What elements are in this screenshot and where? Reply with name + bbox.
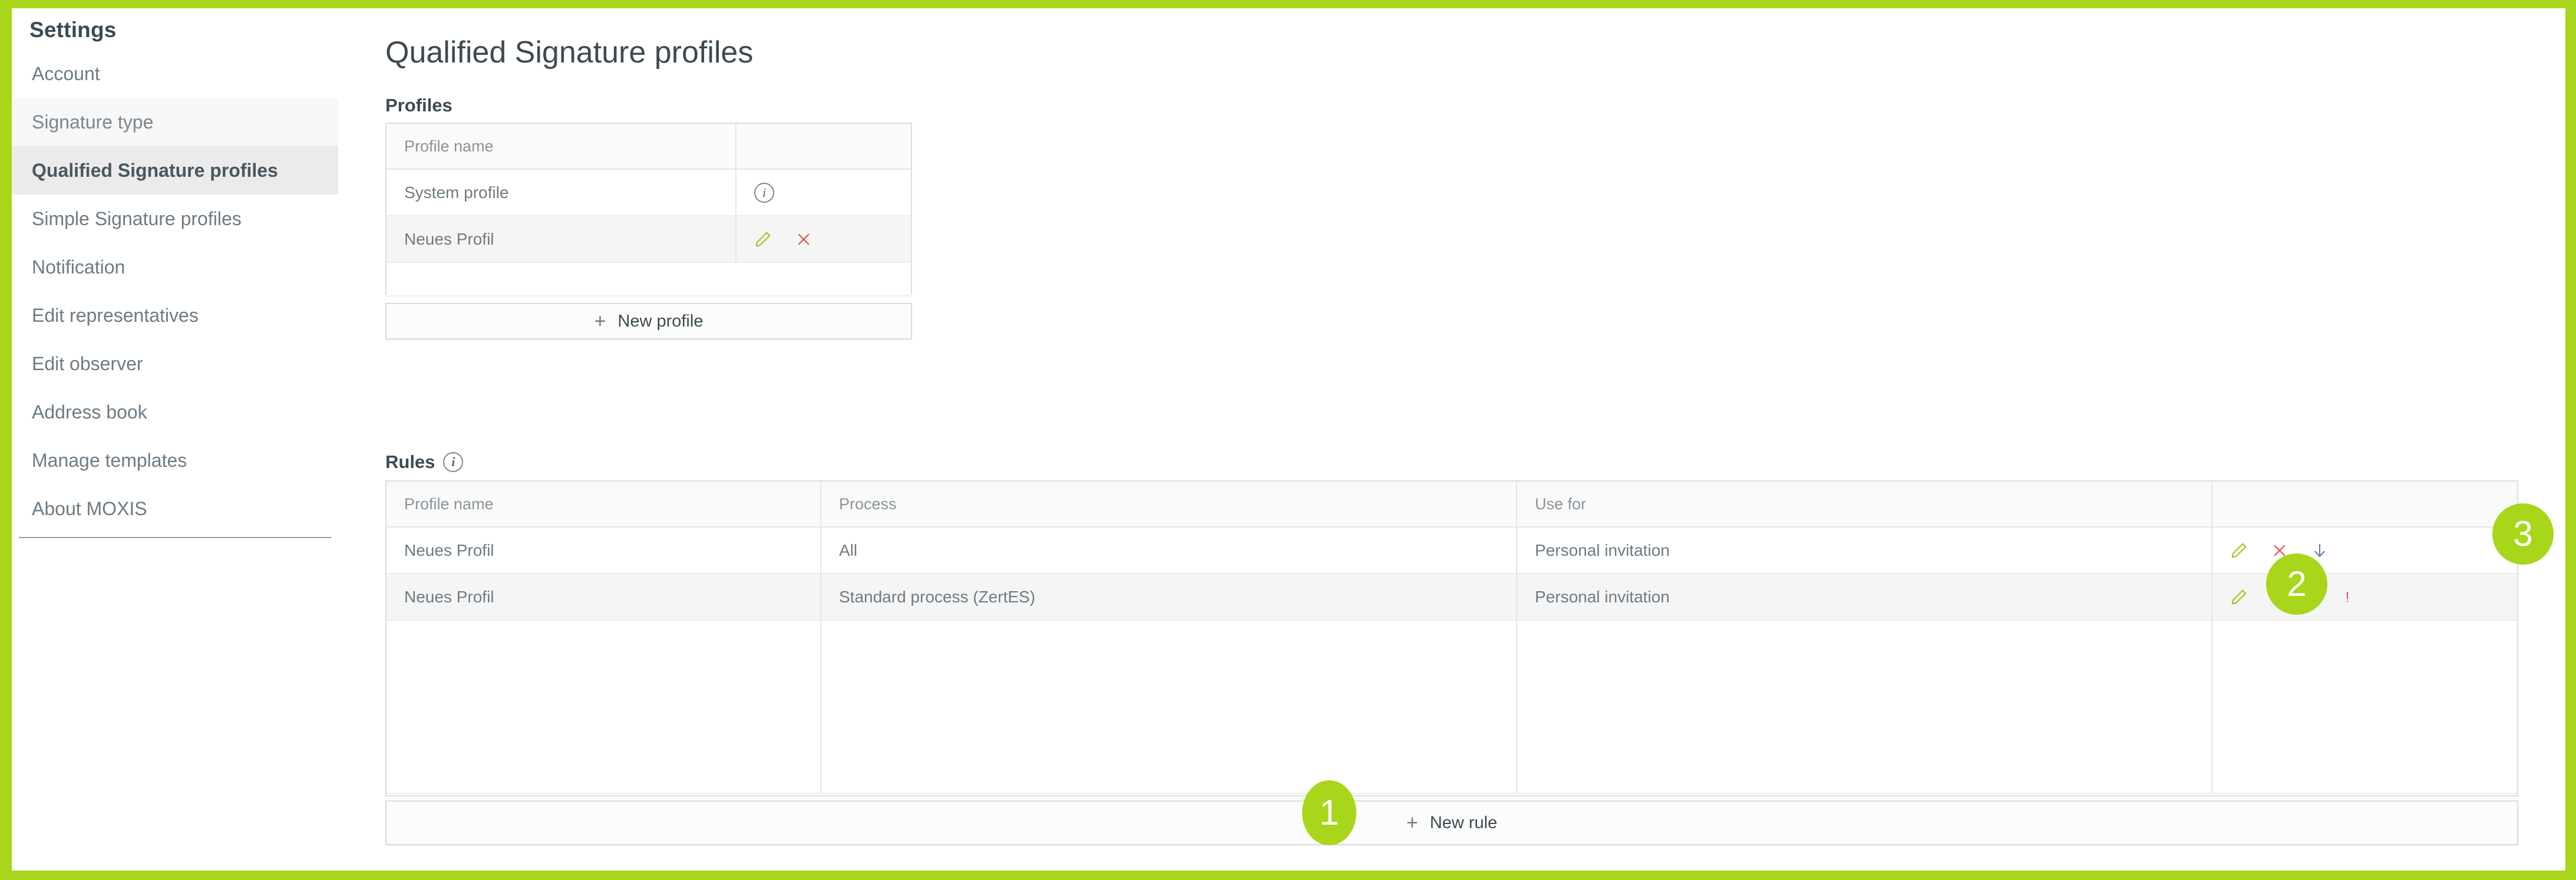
callout-badge-1: 1 [1302, 780, 1356, 845]
sidebar-menu: Account Signature type Qualified Signatu… [12, 50, 338, 533]
warning-icon[interactable] [2341, 588, 2354, 606]
empty-cell [820, 621, 1516, 793]
delete-icon[interactable] [795, 231, 812, 248]
rules-table-empty-area [387, 621, 2517, 794]
sidebar-item-label: Address book [32, 401, 147, 423]
empty-cell [387, 621, 820, 793]
rules-section-label: Rules i [385, 451, 463, 473]
empty-cell [735, 263, 910, 295]
sidebar-item-about-moxis[interactable]: About MOXIS [12, 485, 338, 533]
table-row[interactable]: Neues Profil All Personal invitation [387, 528, 2517, 574]
sidebar-item-edit-representatives[interactable]: Edit representatives [12, 291, 338, 340]
rules-label-text: Rules [385, 451, 435, 473]
rule-row-actions [2211, 528, 2517, 573]
rule-process-cell: All [820, 528, 1516, 573]
sidebar-item-account[interactable]: Account [12, 50, 338, 98]
main-content: Qualified Signature profiles Profiles Pr… [338, 8, 2565, 871]
rules-table: Profile name Process Use for Neues Profi… [385, 480, 2518, 796]
sidebar-item-qualified-signature-profiles[interactable]: Qualified Signature profiles [12, 146, 338, 195]
sidebar-title: Settings [29, 18, 117, 42]
new-profile-button[interactable]: + New profile [385, 303, 912, 340]
sidebar-item-label: Qualified Signature profiles [32, 160, 278, 181]
profiles-table-empty-area [387, 263, 911, 296]
plus-icon: + [595, 310, 606, 333]
callout-badge-2: 2 [2266, 553, 2327, 615]
table-row[interactable]: Neues Profil [387, 216, 911, 263]
arrow-down-icon[interactable] [2311, 542, 2328, 559]
rule-profile-name-cell: Neues Profil [387, 528, 820, 573]
plus-icon: + [1406, 812, 1418, 835]
column-header-actions [735, 124, 910, 169]
sidebar-item-label: Edit representatives [32, 305, 199, 326]
info-icon[interactable]: i [754, 183, 774, 203]
sidebar-item-simple-signature-profiles[interactable]: Simple Signature profiles [12, 195, 338, 243]
edit-icon[interactable] [754, 230, 772, 248]
profile-name-cell: Neues Profil [387, 216, 735, 262]
column-header-profile-name: Profile name [387, 482, 820, 526]
profiles-section-label: Profiles [385, 95, 453, 116]
info-icon[interactable]: i [443, 452, 463, 472]
empty-cell [1516, 621, 2211, 793]
profile-row-actions: i [735, 170, 910, 215]
profiles-table: Profile name System profile i Neues Prof… [385, 123, 912, 295]
rule-use-for-cell: Personal invitation [1516, 528, 2211, 573]
profile-name-cell: System profile [387, 170, 735, 215]
column-header-actions [2211, 482, 2517, 526]
sidebar-item-label: Notification [32, 256, 125, 278]
rules-table-header: Profile name Process Use for [387, 482, 2517, 528]
rule-row-actions [2211, 574, 2517, 619]
column-header-use-for: Use for [1516, 482, 2211, 526]
column-header-profile-name: Profile name [387, 124, 735, 169]
sidebar-item-label: About MOXIS [32, 498, 147, 519]
column-header-process: Process [820, 482, 1516, 526]
page-title: Qualified Signature profiles [385, 35, 753, 70]
rule-profile-name-cell: Neues Profil [387, 574, 820, 619]
empty-cell [2211, 621, 2517, 793]
profile-row-actions [735, 216, 910, 262]
sidebar-item-notification[interactable]: Notification [12, 243, 338, 291]
profiles-table-header: Profile name [387, 124, 911, 170]
new-rule-label: New rule [1430, 813, 1497, 833]
table-row[interactable]: System profile i [387, 170, 911, 216]
sidebar-item-label: Account [32, 63, 100, 84]
rule-use-for-cell: Personal invitation [1516, 574, 2211, 619]
sidebar-divider [19, 537, 331, 538]
new-profile-label: New profile [617, 312, 703, 331]
sidebar-item-signature-type[interactable]: Signature type [12, 98, 338, 146]
table-row[interactable]: Neues Profil Standard process (ZertES) P… [387, 574, 2517, 621]
sidebar-item-address-book[interactable]: Address book [12, 388, 338, 436]
sidebar-item-label: Simple Signature profiles [32, 208, 242, 229]
sidebar-item-label: Manage templates [32, 450, 187, 471]
callout-badge-3: 3 [2492, 503, 2554, 565]
app-window: Settings Account Signature type Qualifie… [0, 0, 2576, 880]
edit-icon[interactable] [2230, 588, 2248, 606]
new-rule-button[interactable]: + New rule [385, 800, 2518, 845]
empty-cell [387, 263, 735, 295]
rule-process-cell: Standard process (ZertES) [820, 574, 1516, 619]
edit-icon[interactable] [2230, 542, 2248, 559]
page-stage: Settings Account Signature type Qualifie… [12, 8, 2565, 871]
sidebar-item-label: Signature type [32, 111, 153, 133]
sidebar-item-edit-observer[interactable]: Edit observer [12, 340, 338, 388]
settings-sidebar: Settings Account Signature type Qualifie… [12, 8, 338, 871]
sidebar-item-label: Edit observer [32, 353, 143, 374]
sidebar-item-manage-templates[interactable]: Manage templates [12, 436, 338, 485]
